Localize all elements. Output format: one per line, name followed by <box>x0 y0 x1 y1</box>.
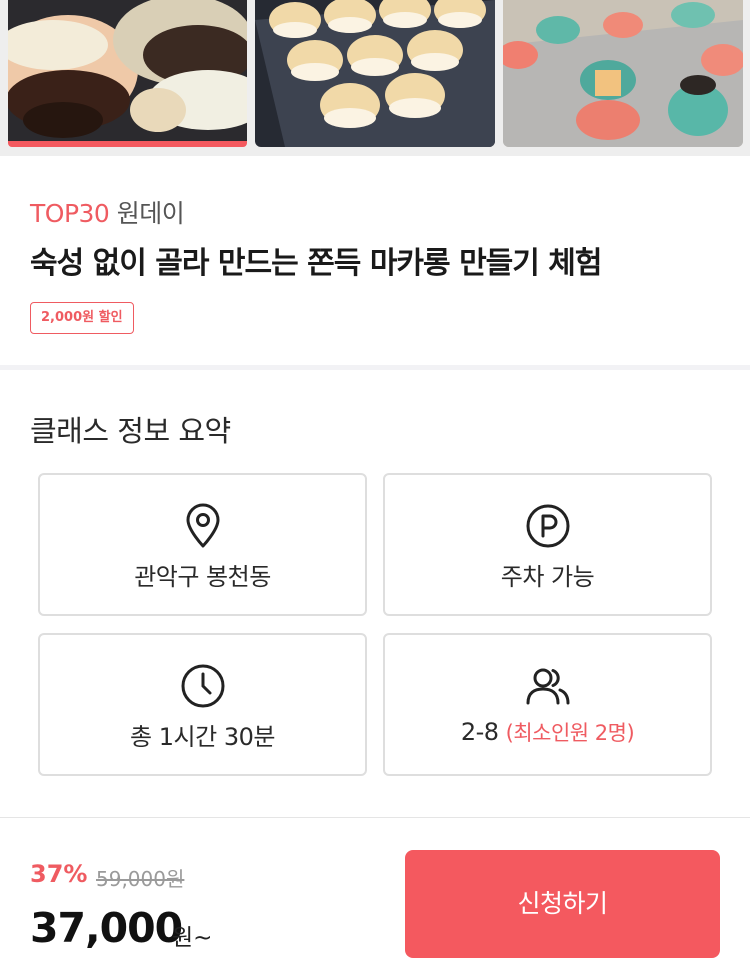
parking-label: 주차 가능 <box>500 563 595 591</box>
class-summary: 클래스 정보 요약 관악구 봉천동 주차 가능 총 1시간 30분 2-8 (최… <box>0 370 750 817</box>
clock-icon <box>180 663 226 709</box>
chocolate-macarons-image <box>8 0 247 147</box>
summary-title: 클래스 정보 요약 <box>30 414 231 448</box>
class-header: TOP30 원데이 숙성 없이 골라 만드는 쫀득 마카롱 만들기 체험 2,0… <box>0 156 750 365</box>
apply-button[interactable]: 신청하기 <box>405 850 720 958</box>
decorated-macarons-image <box>503 0 743 147</box>
capacity-range: 2-8 <box>460 718 499 746</box>
capacity-card: 2-8 (최소인원 2명) <box>383 633 712 776</box>
gallery-photo-chocolate-macarons[interactable] <box>8 0 247 147</box>
discount-badge: 2,000원 할인 <box>30 302 134 334</box>
price-unit: 원~ <box>172 925 213 951</box>
location-label: 관악구 봉천동 <box>134 563 271 591</box>
capacity-minimum-note: (최소인원 2명) <box>505 721 635 745</box>
gallery-photo-decorated-macarons[interactable] <box>503 0 743 147</box>
duration-label: 총 1시간 30분 <box>130 723 275 751</box>
class-title: 숙성 없이 골라 만드는 쫀득 마카롱 만들기 체험 <box>30 246 603 281</box>
parking-icon <box>525 503 571 549</box>
category-label: TOP30 원데이 <box>30 194 185 230</box>
category-rank: TOP30 <box>30 199 110 228</box>
parking-card: 주차 가능 <box>383 473 712 616</box>
location-pin-icon <box>180 503 226 549</box>
capacity-label: 2-8 (최소인원 2명) <box>385 717 710 747</box>
discount-rate: 37% <box>30 860 88 888</box>
gallery-photo-tray-macarons[interactable] <box>255 0 495 147</box>
original-price: 59,000원 <box>96 867 185 891</box>
purchase-bar: 37% 59,000원 37,000 원~ 신청하기 <box>0 817 750 962</box>
final-price: 37,000 <box>30 904 183 952</box>
photo-gallery[interactable] <box>0 0 750 156</box>
location-card[interactable]: 관악구 봉천동 <box>38 473 367 616</box>
category-name: 원데이 <box>109 199 185 228</box>
gallery-active-indicator <box>8 141 247 147</box>
duration-card: 총 1시간 30분 <box>38 633 367 776</box>
users-icon <box>525 663 571 709</box>
tray-macarons-image <box>255 0 495 147</box>
